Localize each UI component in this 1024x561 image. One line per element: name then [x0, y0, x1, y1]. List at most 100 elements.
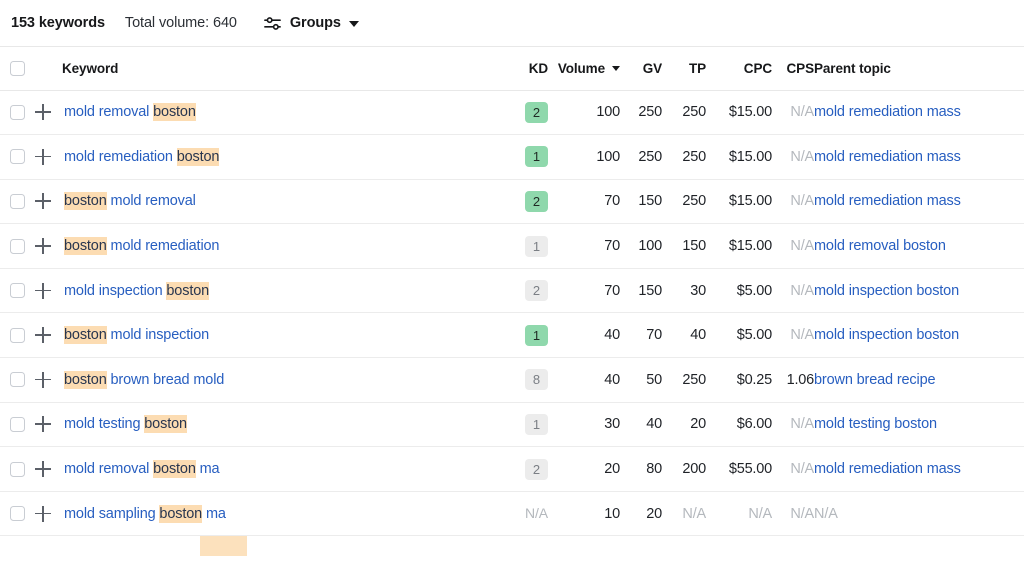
tp-cell: 250: [662, 135, 706, 180]
groups-button-label: Groups: [290, 15, 341, 31]
keyword-cell: boston mold removal: [62, 179, 500, 224]
parent-topic-link[interactable]: mold remediation mass: [814, 193, 961, 209]
keyword-link[interactable]: boston brown bread mold: [62, 372, 224, 388]
plus-icon[interactable]: [35, 327, 51, 343]
column-header-cps[interactable]: CPS: [772, 47, 814, 90]
kd-cell: 8: [500, 358, 548, 403]
plus-icon[interactable]: [35, 193, 51, 209]
keyword-link[interactable]: mold removal boston ma: [62, 461, 219, 477]
row-checkbox[interactable]: [10, 239, 25, 254]
parent-topic-link[interactable]: mold remediation mass: [814, 104, 961, 120]
keyword-link[interactable]: mold sampling boston ma: [62, 506, 226, 522]
keyword-link[interactable]: mold remediation boston: [62, 149, 219, 165]
kd-cell: 1: [500, 224, 548, 269]
select-all-cell: [0, 47, 34, 90]
plus-icon[interactable]: [35, 283, 51, 299]
tp-cell: 30: [662, 268, 706, 313]
keyword-link[interactable]: boston mold remediation: [62, 238, 219, 254]
parent-topic-link[interactable]: mold remediation mass: [814, 461, 961, 477]
row-checkbox[interactable]: [10, 462, 25, 477]
keyword-highlight: [200, 536, 247, 556]
row-checkbox[interactable]: [10, 283, 25, 298]
keyword-link[interactable]: boston mold removal: [62, 193, 196, 209]
parent-topic-link[interactable]: mold inspection boston: [814, 283, 959, 299]
cps-cell: N/A: [772, 179, 814, 224]
keyword-link[interactable]: boston mold inspection: [62, 327, 209, 343]
table-row[interactable]: mold remediation boston1100250250$15.00N…: [0, 135, 1024, 180]
keyword-link[interactable]: mold removal boston: [62, 104, 196, 120]
parent-topic-link[interactable]: mold inspection boston: [814, 327, 959, 343]
add-keyword-cell: [34, 358, 62, 403]
parent-topic-link[interactable]: brown bread recipe: [814, 372, 935, 388]
select-all-checkbox[interactable]: [10, 61, 25, 76]
tp-cell: 40: [662, 313, 706, 358]
gv-cell: 20: [620, 491, 662, 536]
table-row[interactable]: boston mold removal270150250$15.00N/Amol…: [0, 179, 1024, 224]
column-header-volume[interactable]: Volume: [548, 47, 620, 90]
row-checkbox[interactable]: [10, 372, 25, 387]
gv-cell: 80: [620, 447, 662, 492]
plus-icon[interactable]: [35, 461, 51, 477]
keyword-highlight: boston: [64, 192, 107, 210]
table-row[interactable]: boston mold remediation170100150$15.00N/…: [0, 224, 1024, 269]
cps-cell: N/A: [772, 224, 814, 269]
plus-icon[interactable]: [35, 506, 51, 522]
plus-icon[interactable]: [35, 238, 51, 254]
gv-cell: 250: [620, 135, 662, 180]
table-row[interactable]: mold testing boston1304020$6.00N/Amold t…: [0, 402, 1024, 447]
column-header-tp[interactable]: TP: [662, 47, 706, 90]
parent-topic-link[interactable]: mold remediation mass: [814, 149, 961, 165]
kd-badge: 2: [525, 102, 548, 123]
table-row[interactable]: mold sampling boston maN/A1020N/AN/AN/AN…: [0, 491, 1024, 536]
gv-cell: 50: [620, 358, 662, 403]
tp-cell: 250: [662, 179, 706, 224]
column-header-gv[interactable]: GV: [620, 47, 662, 90]
keyword-link[interactable]: mold inspection boston: [62, 283, 209, 299]
volume-cell: 70: [548, 179, 620, 224]
table-row[interactable]: mold inspection boston27015030$5.00N/Amo…: [0, 268, 1024, 313]
table-row[interactable]: mold removal boston2100250250$15.00N/Amo…: [0, 90, 1024, 135]
chevron-down-icon: [349, 21, 359, 27]
row-checkbox[interactable]: [10, 328, 25, 343]
keyword-cell: boston brown bread mold: [62, 358, 500, 403]
keyword-highlight: boston: [64, 237, 107, 255]
parent-topic-link[interactable]: mold testing boston: [814, 416, 937, 432]
parent-topic-cell: mold removal boston: [814, 224, 1024, 269]
keyword-cell: boston mold inspection: [62, 313, 500, 358]
column-header-kd[interactable]: KD: [500, 47, 548, 90]
parent-topic-cell: mold remediation mass: [814, 90, 1024, 135]
plus-icon[interactable]: [35, 149, 51, 165]
clipped-next-row: [0, 536, 1024, 561]
column-header-parent-topic[interactable]: Parent topic: [814, 47, 1024, 90]
plus-icon[interactable]: [35, 104, 51, 120]
row-checkbox[interactable]: [10, 506, 25, 521]
keyword-cell: mold sampling boston ma: [62, 491, 500, 536]
groups-button[interactable]: Groups: [263, 14, 359, 33]
keyword-cell: mold removal boston: [62, 90, 500, 135]
column-header-keyword[interactable]: Keyword: [62, 47, 500, 90]
plus-icon[interactable]: [35, 416, 51, 432]
cpc-cell: $5.00: [706, 268, 772, 313]
keywords-table: Keyword KD Volume GV TP CPC CPS Parent t…: [0, 47, 1024, 561]
keyword-link[interactable]: mold testing boston: [62, 416, 187, 432]
row-checkbox[interactable]: [10, 194, 25, 209]
parent-topic-value: N/A: [814, 506, 838, 522]
cps-cell: N/A: [772, 402, 814, 447]
row-checkbox[interactable]: [10, 105, 25, 120]
row-checkbox[interactable]: [10, 149, 25, 164]
row-checkbox[interactable]: [10, 417, 25, 432]
total-volume-label: Total volume: 640: [125, 15, 237, 31]
kd-cell: N/A: [500, 491, 548, 536]
table-row[interactable]: boston mold inspection1407040$5.00N/Amol…: [0, 313, 1024, 358]
table-row[interactable]: boston brown bread mold84050250$0.251.06…: [0, 358, 1024, 403]
kd-badge: 2: [525, 191, 548, 212]
plus-icon[interactable]: [35, 372, 51, 388]
parent-topic-link[interactable]: mold removal boston: [814, 238, 946, 254]
parent-topic-cell: mold testing boston: [814, 402, 1024, 447]
row-select-cell: [0, 313, 34, 358]
volume-cell: 70: [548, 268, 620, 313]
column-header-cpc[interactable]: CPC: [706, 47, 772, 90]
volume-cell: 40: [548, 358, 620, 403]
cps-cell: N/A: [772, 135, 814, 180]
table-row[interactable]: mold removal boston ma22080200$55.00N/Am…: [0, 447, 1024, 492]
